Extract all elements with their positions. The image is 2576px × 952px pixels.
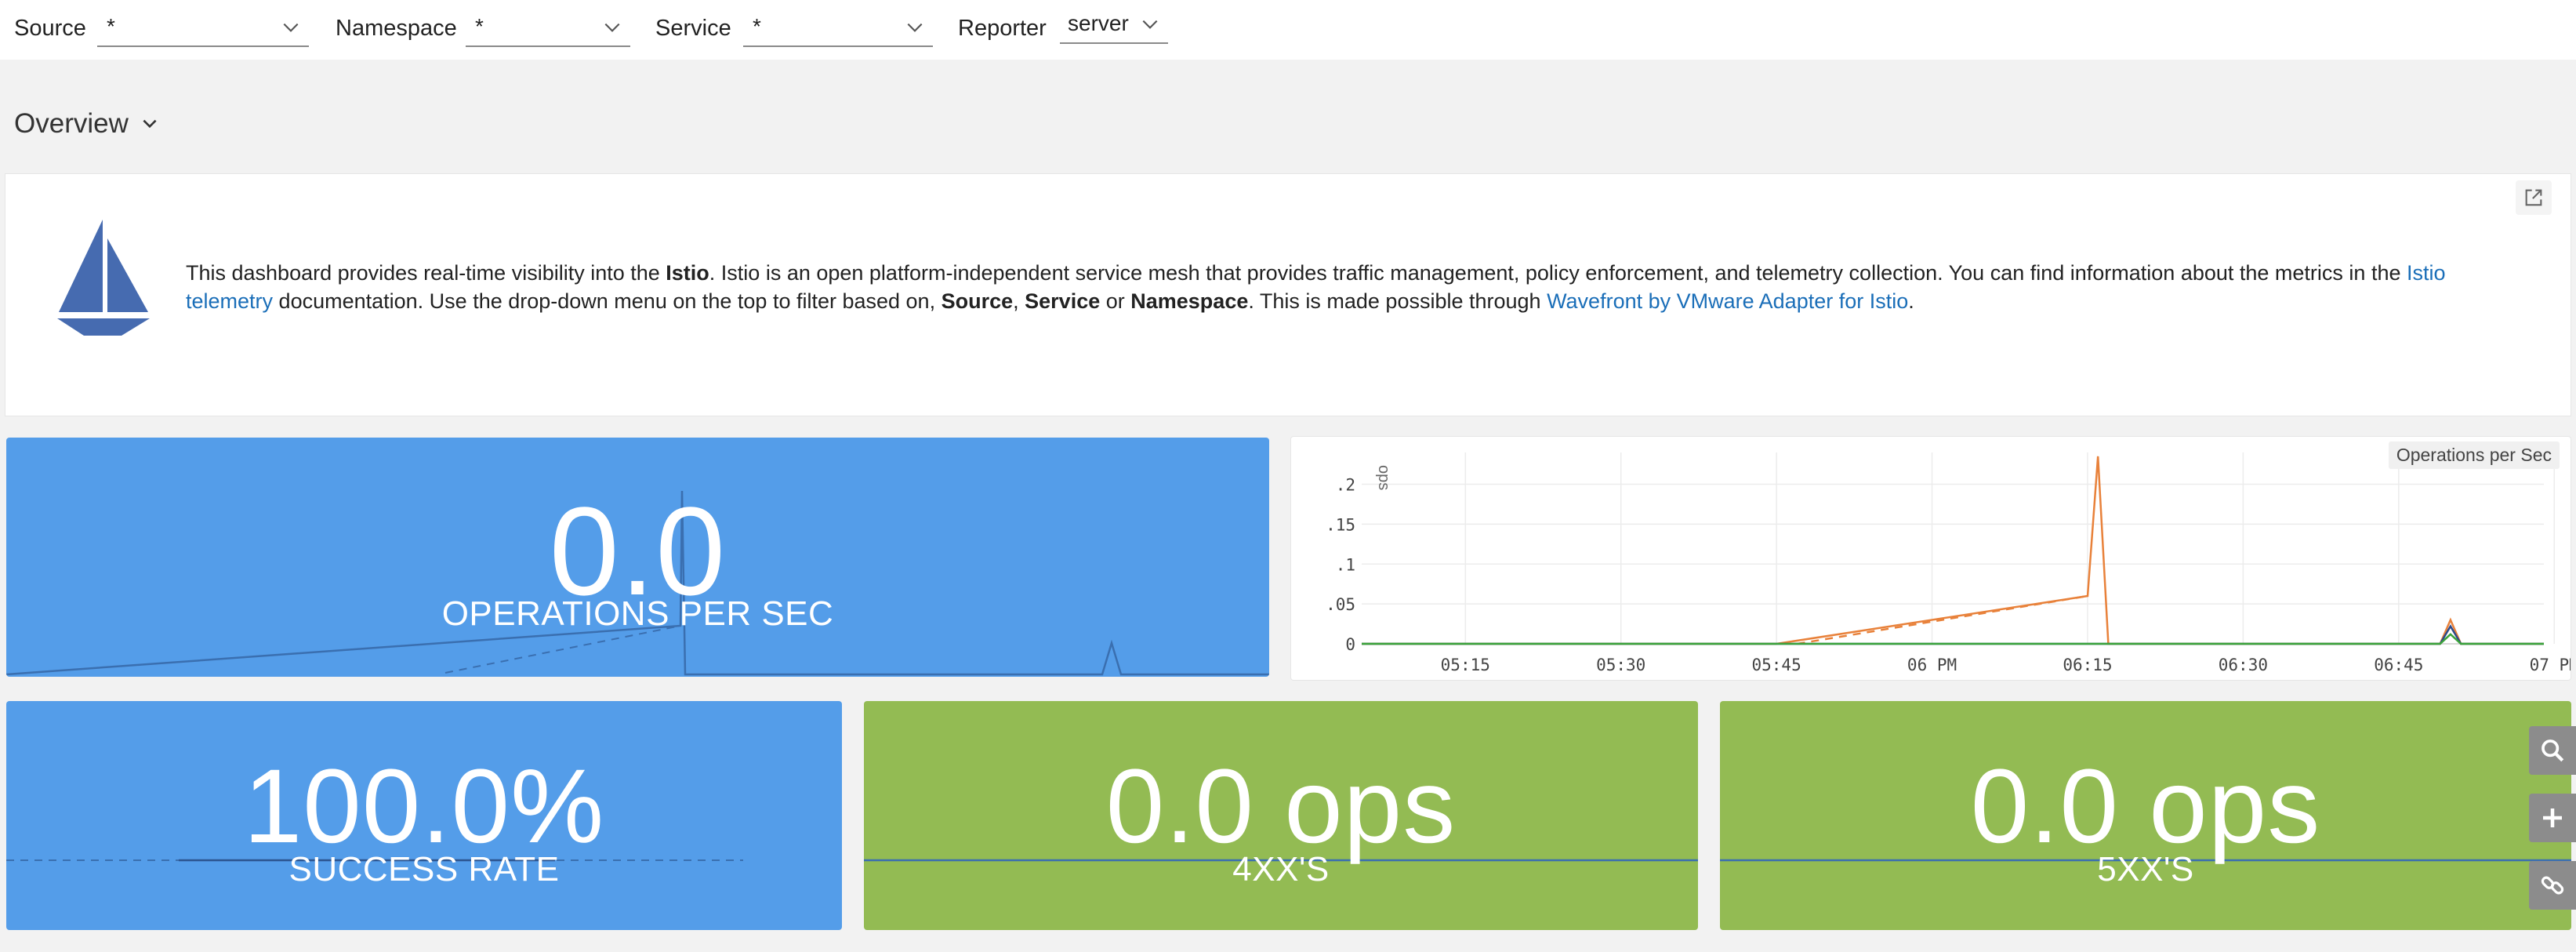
stat-4xx[interactable]: 0.0 ops 4XX'S <box>864 701 1698 930</box>
service-select-value: * <box>753 14 761 38</box>
stat-operations-per-sec[interactable]: 0.0 OPERATIONS PER SEC <box>6 438 1269 677</box>
source-select[interactable]: * <box>97 9 309 47</box>
section-toggle-overview[interactable]: Overview <box>14 108 160 140</box>
chart-title: Operations per Sec <box>2388 441 2560 469</box>
filter-label-source: Source <box>14 16 86 41</box>
x-tick-label: 06 PM <box>1907 656 1957 674</box>
x-tick-label: 07 PM <box>2530 656 2571 674</box>
external-link-icon <box>2525 189 2542 206</box>
description-segment: , <box>1013 289 1025 313</box>
description-segment: This dashboard provides real-time visibi… <box>186 261 666 285</box>
chevron-down-icon <box>143 119 157 129</box>
x-tick-label: 06:30 <box>2219 656 2268 674</box>
search-tool-button[interactable] <box>2529 726 2576 775</box>
description-segment: or <box>1100 289 1131 313</box>
stat-5xx[interactable]: 0.0 ops 5XX'S <box>1720 701 2571 930</box>
chevron-down-icon <box>907 23 923 32</box>
stat-value: 0.0 ops <box>1970 748 2321 865</box>
y-tick-label: .15 <box>1326 515 1355 534</box>
operations-chart-panel[interactable]: Operations per Sec 0 .05 .1 .15 .2 05:15 05:30… <box>1290 436 2576 681</box>
stat-label: 5XX'S <box>2097 850 2194 888</box>
operations-chart: 0 .05 .1 .15 .2 05:15 05:30 05:45 06 PM 06:15 06:3… <box>1326 452 2576 674</box>
x-tick-label: 06:45 <box>2374 656 2423 674</box>
stat-success-rate[interactable]: 100.0% SUCCESS RATE <box>6 701 842 930</box>
plus-icon <box>2543 808 2562 827</box>
reporter-select[interactable]: server <box>1060 6 1168 44</box>
x-tick-label: 05:15 <box>1441 656 1490 674</box>
source-select-value: * <box>107 14 115 38</box>
description-bold-namespace: Namespace <box>1130 289 1249 313</box>
section-title: Overview <box>14 108 129 139</box>
series-line-2 <box>1362 624 2544 645</box>
y-tick-label: .2 <box>1336 476 1355 495</box>
description-panel: This dashboard provides real-time visibi… <box>5 173 2571 416</box>
description-bold-istio: Istio <box>666 261 709 285</box>
filter-bar: Source * Namespace * Service * Reporter … <box>0 0 2576 60</box>
chevron-down-icon <box>283 23 299 32</box>
series-line-3 <box>1362 633 2544 645</box>
filter-label-namespace: Namespace <box>336 16 457 41</box>
stat-label: 4XX'S <box>1232 850 1330 888</box>
y-tick-label: .1 <box>1336 555 1355 574</box>
search-icon <box>2542 739 2564 762</box>
stat-label: OPERATIONS PER SEC <box>441 594 834 633</box>
stat-value: 0.0 ops <box>1105 748 1457 865</box>
stat-value: 100.0% <box>243 748 605 865</box>
x-tick-label: 06:15 <box>2063 656 2112 674</box>
y-axis-label: ops <box>1375 465 1392 490</box>
y-tick-label: 0 <box>1345 635 1355 654</box>
chevron-down-icon <box>604 23 620 32</box>
namespace-select-value: * <box>475 14 484 38</box>
stat-label: SUCCESS RATE <box>288 850 560 888</box>
description-segment: . This is made possible through <box>1248 289 1547 313</box>
chevron-down-icon <box>1142 20 1158 29</box>
description-segment: . Istio is an open platform-independent … <box>709 261 2407 285</box>
x-tick-label: 05:45 <box>1752 656 1801 674</box>
description-segment: . <box>1908 289 1914 313</box>
reporter-select-value: server <box>1068 11 1129 35</box>
istio-logo-icon <box>57 220 150 336</box>
wavefront-adapter-link[interactable]: Wavefront by VMware Adapter for Istio <box>1547 289 1908 313</box>
filter-label-service: Service <box>655 16 731 41</box>
description-bold-source: Source <box>941 289 1014 313</box>
description-bold-service: Service <box>1025 289 1101 313</box>
link-icon <box>2541 876 2564 895</box>
namespace-select[interactable]: * <box>466 9 630 47</box>
filter-label-reporter: Reporter <box>958 16 1047 41</box>
y-tick-label: .05 <box>1326 595 1355 614</box>
description-segment: documentation. Use the drop-down menu on… <box>273 289 942 313</box>
service-select[interactable]: * <box>743 9 933 47</box>
add-tool-button[interactable] <box>2529 794 2576 842</box>
open-external-button[interactable] <box>2516 180 2552 215</box>
x-tick-label: 05:30 <box>1596 656 1645 674</box>
link-tool-button[interactable] <box>2529 861 2576 910</box>
description-text: This dashboard provides real-time visibi… <box>186 259 2538 315</box>
